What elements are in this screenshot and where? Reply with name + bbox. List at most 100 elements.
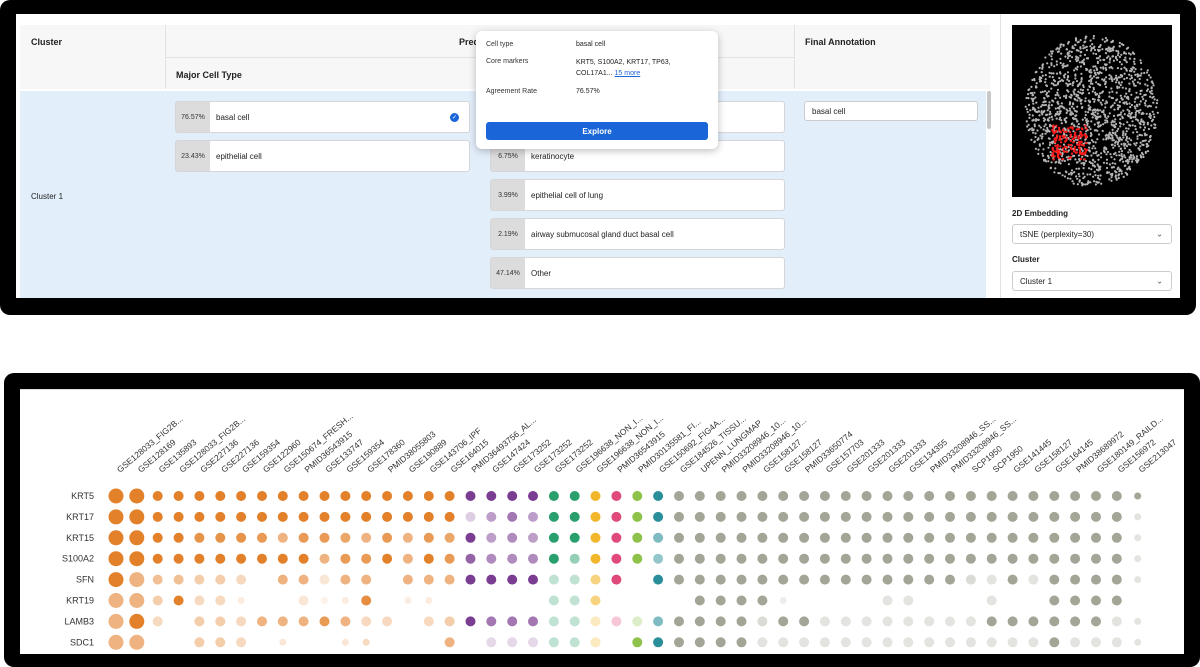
dot-marker[interactable] — [340, 574, 351, 585]
dot-marker[interactable] — [653, 616, 664, 627]
dot-marker[interactable] — [736, 637, 747, 648]
dot-marker[interactable] — [924, 532, 935, 543]
dot-marker[interactable] — [382, 532, 393, 543]
dot-marker[interactable] — [486, 491, 497, 501]
dot-marker[interactable] — [298, 616, 309, 627]
dot-marker[interactable] — [402, 532, 413, 543]
dot-marker[interactable] — [819, 616, 830, 627]
dot-marker[interactable] — [694, 616, 705, 627]
dot-marker[interactable] — [444, 637, 455, 648]
dot-marker[interactable] — [819, 637, 830, 648]
dot-marker[interactable] — [486, 616, 497, 627]
dot-marker[interactable] — [129, 488, 145, 504]
dot-marker[interactable] — [924, 637, 935, 648]
dot-marker[interactable] — [736, 574, 747, 585]
dot-marker[interactable] — [1111, 491, 1122, 501]
dot-marker[interactable] — [298, 553, 309, 564]
dot-marker[interactable] — [736, 491, 747, 501]
dot-marker[interactable] — [319, 532, 330, 543]
dot-marker[interactable] — [507, 616, 518, 627]
dot-marker[interactable] — [924, 553, 935, 564]
dot-marker[interactable] — [1028, 616, 1039, 627]
dot-marker[interactable] — [319, 553, 330, 564]
dot-marker[interactable] — [903, 532, 914, 543]
dot-marker[interactable] — [108, 634, 124, 650]
dot-marker[interactable] — [507, 511, 518, 522]
dot-marker[interactable] — [965, 637, 976, 648]
dot-marker[interactable] — [965, 616, 976, 627]
dot-marker[interactable] — [257, 616, 267, 627]
dot-marker[interactable] — [236, 616, 247, 627]
dot-marker[interactable] — [903, 511, 914, 522]
dot-marker[interactable] — [965, 574, 976, 585]
dot-marker[interactable] — [321, 597, 328, 604]
dot-marker[interactable] — [757, 511, 768, 522]
dot-marker[interactable] — [1007, 532, 1018, 543]
dot-marker[interactable] — [1070, 532, 1081, 543]
major-cell-type-option[interactable]: 76.57% basal cell ✓ — [175, 101, 470, 133]
dot-marker[interactable] — [924, 574, 935, 585]
dot-marker[interactable] — [819, 553, 830, 564]
dot-marker[interactable] — [590, 491, 601, 501]
dot-marker[interactable] — [1091, 511, 1101, 522]
dot-marker[interactable] — [924, 491, 935, 501]
dot-marker[interactable] — [108, 488, 124, 504]
dot-marker[interactable] — [1007, 491, 1018, 501]
dot-marker[interactable] — [590, 637, 601, 648]
dot-marker[interactable] — [528, 491, 538, 501]
dot-marker[interactable] — [298, 491, 309, 501]
dot-marker[interactable] — [882, 553, 893, 564]
dot-marker[interactable] — [1134, 576, 1142, 584]
dot-marker[interactable] — [945, 511, 955, 522]
dot-marker[interactable] — [319, 491, 330, 501]
dot-marker[interactable] — [611, 511, 622, 522]
dot-marker[interactable] — [1070, 574, 1081, 585]
dot-marker[interactable] — [108, 509, 124, 525]
dot-marker[interactable] — [1111, 574, 1122, 585]
dot-marker[interactable] — [903, 616, 914, 627]
dot-marker[interactable] — [1134, 555, 1142, 563]
dot-marker[interactable] — [423, 532, 434, 543]
dot-marker[interactable] — [736, 616, 747, 627]
dot-marker[interactable] — [819, 511, 830, 522]
dot-marker[interactable] — [569, 553, 580, 564]
dot-marker[interactable] — [152, 616, 163, 627]
dot-marker[interactable] — [423, 574, 434, 585]
dot-marker[interactable] — [945, 574, 955, 585]
dot-marker[interactable] — [1111, 511, 1122, 522]
dot-marker[interactable] — [903, 637, 914, 648]
dot-marker[interactable] — [173, 511, 184, 522]
dot-marker[interactable] — [402, 491, 413, 501]
dot-marker[interactable] — [778, 574, 789, 585]
dot-marker[interactable] — [632, 511, 643, 522]
dot-marker[interactable] — [340, 491, 351, 501]
dot-marker[interactable] — [528, 616, 538, 627]
dot-marker[interactable] — [840, 491, 851, 501]
dot-marker[interactable] — [194, 491, 205, 501]
dot-marker[interactable] — [108, 613, 124, 629]
dot-marker[interactable] — [861, 511, 872, 522]
dot-marker[interactable] — [611, 553, 622, 564]
dot-marker[interactable] — [215, 511, 226, 522]
embedding-plot[interactable] — [1012, 25, 1172, 197]
dot-marker[interactable] — [548, 616, 559, 627]
dot-marker[interactable] — [129, 509, 145, 525]
dot-marker[interactable] — [569, 595, 580, 606]
dot-marker[interactable] — [237, 597, 245, 604]
dot-marker[interactable] — [882, 595, 893, 606]
dot-marker[interactable] — [465, 616, 476, 627]
dot-marker[interactable] — [1091, 574, 1101, 585]
dot-marker[interactable] — [1111, 532, 1122, 543]
dot-marker[interactable] — [528, 637, 538, 648]
dot-marker[interactable] — [757, 574, 768, 585]
dot-marker[interactable] — [486, 574, 497, 585]
dot-marker[interactable] — [1070, 616, 1081, 627]
dot-marker[interactable] — [757, 491, 768, 501]
dot-marker[interactable] — [1049, 553, 1060, 564]
dot-marker[interactable] — [590, 574, 601, 585]
dot-marker[interactable] — [298, 511, 309, 522]
dot-marker[interactable] — [236, 574, 247, 585]
sub-cell-type-option[interactable]: 47.14% Other — [490, 257, 785, 289]
dot-marker[interactable] — [632, 491, 643, 501]
dot-marker[interactable] — [653, 511, 664, 522]
